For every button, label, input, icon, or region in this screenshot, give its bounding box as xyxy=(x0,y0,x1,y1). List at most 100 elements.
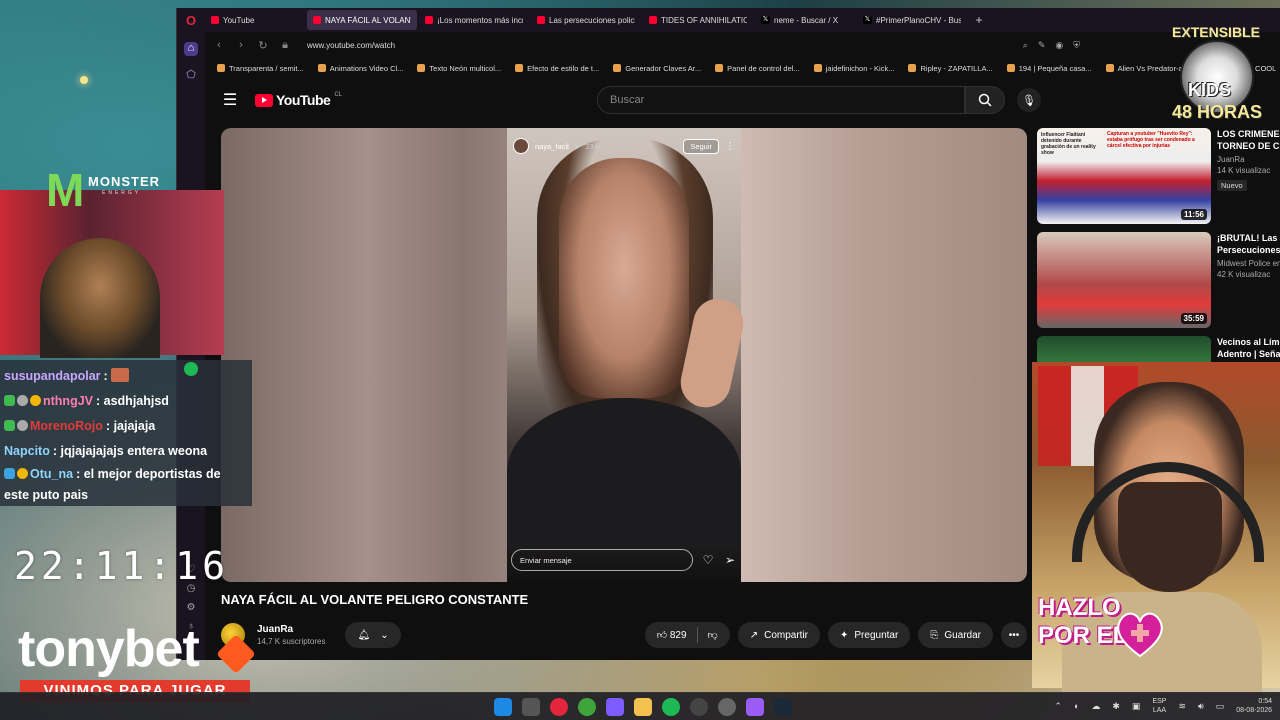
chat-username: MorenoRojo xyxy=(30,419,103,433)
more-actions-button[interactable]: ••• xyxy=(1001,622,1027,648)
steam-icon[interactable] xyxy=(774,698,792,716)
search-icon xyxy=(978,93,992,107)
discord-icon[interactable] xyxy=(606,698,624,716)
kids-top-text: EXTENSIBLE xyxy=(1172,24,1260,40)
bluetooth-icon[interactable]: ✱ xyxy=(1112,701,1120,712)
chat-badge-icon xyxy=(17,395,28,406)
network-icon[interactable]: ◐ xyxy=(1074,701,1079,711)
recommendation-channel[interactable]: Midwest Police en xyxy=(1217,259,1280,268)
browser-tab[interactable]: Las persecuciones policial xyxy=(531,10,641,30)
bookmark-icon xyxy=(715,64,724,72)
opera-taskbar-icon[interactable] xyxy=(550,698,568,716)
bookmark-item[interactable]: Generador Claves Ar... xyxy=(613,64,701,73)
bookmark-item[interactable]: Efecto de estilo de t... xyxy=(515,64,599,73)
xbox-icon[interactable] xyxy=(578,698,596,716)
like-count: 829 xyxy=(669,630,687,641)
back-icon[interactable]: ‹ xyxy=(213,39,225,51)
camera-icon[interactable]: ◉ xyxy=(1055,40,1063,51)
chevron-down-icon: ⌄ xyxy=(380,629,389,641)
channel-name[interactable]: JuanRa xyxy=(257,624,325,635)
wifi-icon[interactable]: ≋ xyxy=(1178,701,1186,712)
recommendation-title[interactable]: ¡BRUTAL! Las xyxy=(1217,232,1280,244)
share-button[interactable]: ↗ Compartir xyxy=(737,622,820,648)
browser-tab[interactable]: YouTube xyxy=(205,10,305,30)
clock-date[interactable]: 0:54 08-08-2026 xyxy=(1236,697,1272,715)
save-button[interactable]: ⎘ Guardar xyxy=(918,622,993,648)
stream-chat: susupandapolar: nthngJV: asdhjahjsd Moren… xyxy=(0,360,252,506)
youtube-logo[interactable]: YouTube CL xyxy=(255,92,342,108)
url-field[interactable]: www.youtube.com/watch xyxy=(307,41,395,50)
like-button[interactable]: 👍︎ 829 xyxy=(657,629,687,641)
browser-tab[interactable]: 𝕏 #PrimerPlanoCHV - Busca xyxy=(857,10,967,30)
language-indicator[interactable]: ESP LAA xyxy=(1152,697,1166,715)
pin-icon[interactable]: ⬠ xyxy=(184,68,198,82)
windows-start-icon[interactable] xyxy=(494,698,512,716)
youtube-play-icon xyxy=(255,93,273,107)
bookmark-item[interactable]: Panel de control del... xyxy=(715,64,800,73)
chat-separator: : xyxy=(105,419,114,433)
new-tab-button[interactable]: + xyxy=(969,10,989,30)
chat-badge-icon xyxy=(30,395,41,406)
browser-tab[interactable]: 𝕏neme - Buscar / X xyxy=(755,10,855,30)
bookmark-item[interactable]: Transparenta / semit... xyxy=(217,64,304,73)
thumbs-down-icon: 👎︎ xyxy=(707,630,718,641)
notification-button[interactable]: 🔔︎ ⌄ xyxy=(345,622,401,648)
settings-icon[interactable]: ⚙ xyxy=(187,602,196,613)
bookmark-item[interactable]: 194 | Pequeña casa... xyxy=(1006,63,1092,73)
microphone-icon[interactable]: 🎙︎ xyxy=(1017,88,1041,112)
video-player[interactable]: naya_facil ● 23 h Seguir ⋮ Enviar mensaj… xyxy=(221,128,1027,582)
browser-tab[interactable]: ¡Los momentos más incre xyxy=(419,10,529,30)
recommendation-item[interactable]: Influencer Flaitiani detenido durante gr… xyxy=(1037,128,1280,224)
spotify-taskbar-icon[interactable] xyxy=(662,698,680,716)
recommendation-title-line2[interactable]: Persecuciones xyxy=(1217,244,1280,256)
obs-icon[interactable] xyxy=(690,698,708,716)
bookmark-label: Texto Neón multicol... xyxy=(429,63,502,73)
app-tray-icon[interactable]: ▣ xyxy=(1132,701,1141,712)
recommendation-thumbnail[interactable]: Influencer Flaitiani detenido durante gr… xyxy=(1037,128,1211,224)
bookmark-label: 194 | Pequeña casa... xyxy=(1018,63,1092,73)
volume-icon[interactable]: 🔊︎ xyxy=(1198,701,1204,712)
hamburger-menu-icon[interactable]: ☰ xyxy=(205,90,255,110)
dislike-button[interactable]: 👎︎ xyxy=(708,629,718,641)
video-duration: 35:59 xyxy=(1180,313,1207,324)
opera-logo-icon[interactable]: O xyxy=(177,8,205,32)
app-icon[interactable] xyxy=(746,698,764,716)
zoom-icon[interactable]: ⌕ xyxy=(1023,40,1028,51)
chat-separator: : xyxy=(96,394,104,408)
browser-tab[interactable]: NAYA FÁCIL AL VOLANTE xyxy=(307,10,417,30)
bookmark-label: Ripley - ZAPATILLA... xyxy=(920,63,993,73)
verified-icon: ● xyxy=(574,141,580,151)
search-input[interactable]: Buscar xyxy=(597,86,965,114)
bookmark-item[interactable]: Texto Neón multicol... xyxy=(417,64,501,73)
reload-icon[interactable]: ↻ xyxy=(257,39,269,52)
shield-icon[interactable]: ⛨ xyxy=(1073,40,1080,51)
bookmark-item[interactable]: jaidefinichon - Kick... xyxy=(813,64,894,73)
recommendation-item[interactable]: 35:59 ¡BRUTAL! Las Persecuciones Midwest… xyxy=(1037,232,1280,328)
browser-tab[interactable]: TIDES OF ANNIHILATION xyxy=(643,10,753,30)
battery-icon[interactable]: ▭ xyxy=(1216,701,1225,712)
bell-icon: 🔔︎ xyxy=(357,629,371,641)
forward-icon[interactable]: › xyxy=(235,39,247,51)
chevron-up-icon[interactable]: ⌃ xyxy=(1054,701,1062,712)
settings-taskbar-icon[interactable] xyxy=(718,698,736,716)
home-icon[interactable]: ⌂ xyxy=(184,42,198,56)
chat-message: susupandapolar: xyxy=(4,364,248,389)
recommendation-title[interactable]: Vecinos al Límit xyxy=(1217,336,1280,348)
bookmark-icon xyxy=(417,64,426,72)
task-view-icon[interactable] xyxy=(522,698,540,716)
ask-button[interactable]: ✦ Preguntar xyxy=(828,622,911,648)
file-explorer-icon[interactable] xyxy=(634,698,652,716)
bookmark-item[interactable]: Animations Video Cl... xyxy=(317,64,403,73)
subscriber-count: 14,7 K suscriptores xyxy=(257,637,326,646)
recommendation-title-line2[interactable]: Adentro | Señal xyxy=(1217,348,1280,360)
bookmark-item[interactable]: Ripley - ZAPATILLA... xyxy=(908,63,993,73)
recommendation-thumbnail[interactable]: 35:59 xyxy=(1037,232,1211,328)
cloud-icon[interactable]: ☁ xyxy=(1091,701,1100,712)
recommendation-title-line2[interactable]: TORNEO DE CE xyxy=(1217,140,1280,152)
edit-icon[interactable]: ✎ xyxy=(1038,40,1046,51)
recommendation-channel[interactable]: JuanRa xyxy=(1217,155,1280,164)
search-button[interactable] xyxy=(965,86,1005,114)
monster-claw-icon: M xyxy=(46,164,84,216)
x-icon: 𝕏 xyxy=(761,16,770,24)
tab-label: Las persecuciones policial xyxy=(549,15,635,25)
